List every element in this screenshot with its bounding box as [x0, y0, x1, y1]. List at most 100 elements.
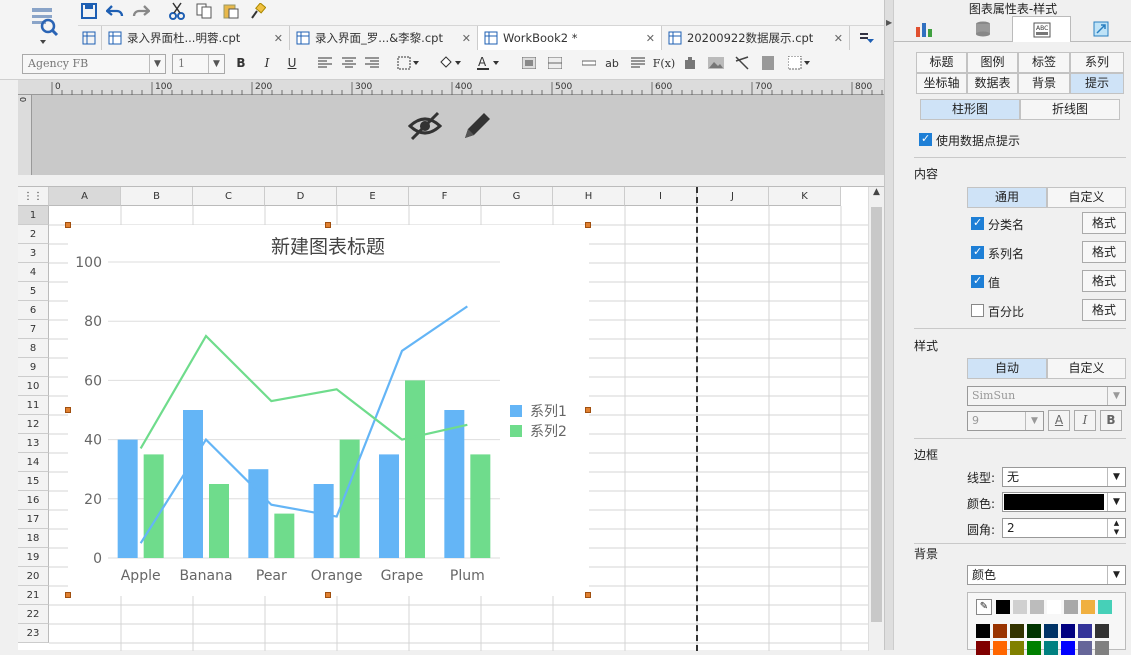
edit-pencil-icon[interactable] [460, 109, 494, 146]
tab-style-auto[interactable]: 自动 [967, 358, 1047, 379]
series-format-button[interactable]: 格式 [1082, 241, 1126, 263]
sub-report-icon[interactable] [786, 54, 812, 72]
value-checkbox[interactable] [971, 274, 984, 288]
tab-bar-chart[interactable]: 柱形图 [920, 99, 1020, 120]
cell-merge-icon[interactable] [546, 54, 564, 72]
data-tab-icon[interactable] [953, 16, 1012, 42]
category-name-checkbox[interactable] [971, 216, 984, 230]
row-header[interactable]: 9 [18, 358, 49, 377]
tab-axis[interactable]: 坐标轴 [916, 73, 967, 94]
row-header[interactable]: 23 [18, 624, 49, 643]
redo-icon[interactable] [130, 0, 152, 22]
eyedropper-icon[interactable]: ✎ [976, 599, 992, 615]
category-format-button[interactable]: 格式 [1082, 212, 1126, 234]
value-format-button[interactable]: 格式 [1082, 270, 1126, 292]
color-swatch[interactable] [1064, 600, 1078, 614]
cut-icon[interactable] [166, 0, 188, 22]
scrollbar-thumb[interactable] [871, 207, 882, 622]
color-swatch[interactable] [993, 641, 1007, 655]
border-icon[interactable] [395, 54, 421, 72]
row-header[interactable]: 4 [18, 263, 49, 282]
color-swatch[interactable] [1044, 641, 1058, 655]
percent-checkbox[interactable] [971, 304, 984, 317]
italic-icon[interactable]: I [1074, 410, 1096, 431]
select-all-corner[interactable]: ⋮⋮ [18, 187, 49, 206]
underline-icon[interactable]: U [283, 54, 301, 72]
column-header[interactable]: A [49, 187, 121, 206]
tab-datasheet[interactable]: 数据表 [967, 73, 1018, 94]
color-swatch[interactable] [1030, 600, 1044, 614]
series-name-checkbox[interactable] [971, 245, 984, 259]
use-datapoint-tip-checkbox[interactable] [919, 132, 932, 146]
color-swatch[interactable] [1047, 600, 1061, 614]
row-header[interactable]: 13 [18, 434, 49, 453]
column-header[interactable]: K [769, 187, 841, 206]
row-header[interactable]: 10 [18, 377, 49, 396]
row-header[interactable]: 22 [18, 605, 49, 624]
color-swatch[interactable] [1044, 624, 1058, 638]
close-tab-icon[interactable]: ✕ [462, 32, 471, 45]
row-header[interactable]: 12 [18, 415, 49, 434]
tab-style-custom[interactable]: 自定义 [1047, 358, 1126, 379]
color-swatch[interactable] [1061, 641, 1075, 655]
color-swatch[interactable] [1095, 624, 1109, 638]
row-header[interactable]: 21 [18, 586, 49, 605]
attachment-icon[interactable] [759, 54, 777, 72]
close-tab-icon[interactable]: ✕ [646, 32, 655, 45]
border-color-select[interactable]: ▼ [1002, 492, 1126, 512]
fill-color-icon[interactable] [436, 54, 464, 72]
save-icon[interactable] [78, 0, 100, 22]
font-family-select[interactable]: Agency FB [22, 54, 166, 74]
chart-widget[interactable]: 新建图表标题 0 20 40 60 80 100 Apple Banana Pear Orang… [68, 225, 589, 596]
close-tab-icon[interactable]: ✕ [834, 32, 843, 45]
row-header[interactable]: 11 [18, 396, 49, 415]
font-color-icon[interactable]: A [1048, 410, 1070, 431]
tab-series[interactable]: 系列 [1070, 52, 1124, 73]
resize-handle-r[interactable] [585, 407, 591, 413]
tab-content-general[interactable]: 通用 [967, 187, 1047, 208]
row-header[interactable]: 19 [18, 548, 49, 567]
column-header[interactable]: D [265, 187, 337, 206]
text-icon[interactable]: ab [603, 54, 621, 72]
resize-handle-l[interactable] [65, 407, 71, 413]
report-preview-icon[interactable] [28, 4, 60, 46]
italic-icon[interactable]: I [258, 54, 276, 72]
tab-file-1[interactable]: 录入界面杜...明蓉.cpt ✕ [102, 26, 290, 50]
font-color-icon[interactable]: A [474, 54, 502, 72]
new-tab-icon[interactable] [78, 26, 102, 50]
column-header[interactable]: B [121, 187, 193, 206]
column-header[interactable]: I [625, 187, 697, 206]
collapse-arrow-icon[interactable]: ▶ [886, 18, 892, 27]
color-swatch[interactable] [1027, 624, 1041, 638]
color-swatch[interactable] [1027, 641, 1041, 655]
align-center-icon[interactable] [340, 54, 358, 72]
row-header[interactable]: 18 [18, 529, 49, 548]
tab-file-4[interactable]: 20200922数据展示.cpt ✕ [662, 26, 850, 50]
row-header[interactable]: 8 [18, 339, 49, 358]
row-header[interactable]: 5 [18, 282, 49, 301]
column-header[interactable]: F [409, 187, 481, 206]
tab-content-custom[interactable]: 自定义 [1047, 187, 1126, 208]
list-icon[interactable] [629, 54, 647, 72]
column-header[interactable]: J [697, 187, 769, 206]
background-type-select[interactable]: 颜色 ▼ [967, 565, 1126, 585]
color-swatch[interactable] [1010, 624, 1024, 638]
row-header[interactable]: 6 [18, 301, 49, 320]
row-header[interactable]: 7 [18, 320, 49, 339]
tab-title[interactable]: 标题 [916, 52, 967, 73]
slash-icon[interactable] [733, 54, 751, 72]
tab-background[interactable]: 背景 [1018, 73, 1070, 94]
row-header[interactable]: 14 [18, 453, 49, 472]
column-header[interactable]: C [193, 187, 265, 206]
hide-eye-icon[interactable] [407, 109, 443, 146]
spinner-arrows-icon[interactable]: ▲ ▼ [1107, 519, 1125, 537]
column-header[interactable]: G [481, 187, 553, 206]
radius-spinner[interactable]: 2 ▲ ▼ [1002, 518, 1126, 538]
tab-list-icon[interactable] [854, 26, 882, 50]
undo-icon[interactable] [104, 0, 126, 22]
column-header[interactable]: H [553, 187, 625, 206]
row-header[interactable]: 17 [18, 510, 49, 529]
image-icon[interactable] [707, 54, 725, 72]
color-swatch[interactable] [1061, 624, 1075, 638]
tab-label[interactable]: 标签 [1018, 52, 1070, 73]
